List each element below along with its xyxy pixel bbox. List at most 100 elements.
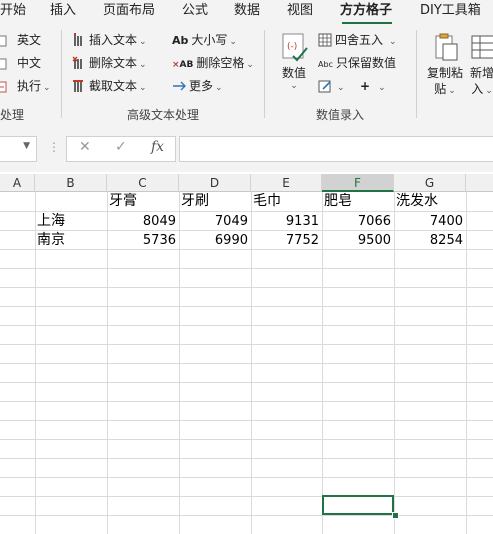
tab-view[interactable]: 视图 — [287, 1, 313, 21]
chinese-label: 中文 — [17, 56, 42, 70]
row-gridline — [0, 401, 493, 402]
delete-text-button[interactable]: 删除文本 ⌄ — [72, 53, 147, 73]
round-button[interactable]: 四舍五入 ⌄ — [318, 30, 397, 50]
delete-space-icon: ×AB — [172, 60, 194, 70]
insert-table-icon — [466, 32, 493, 65]
value-cell[interactable]: 6990 — [179, 231, 251, 250]
arrow-right-icon — [172, 79, 186, 93]
more-button[interactable]: 更多 ⌄ — [172, 76, 223, 96]
header-cell-shampoo[interactable]: 洗发水 — [394, 192, 466, 211]
value-cell[interactable]: 8254 — [394, 231, 466, 250]
column-header-e[interactable]: E — [251, 174, 322, 192]
value-cell[interactable]: 7400 — [394, 212, 466, 231]
group-label-data-entry: 数值录入 — [316, 108, 365, 122]
row-gridline — [0, 477, 493, 478]
row-gridline — [0, 515, 493, 516]
insert-function-icon[interactable]: fx — [151, 139, 164, 155]
chevron-down-icon[interactable]: ▼ — [23, 141, 30, 151]
name-box[interactable]: ▼ — [0, 136, 37, 162]
ribbon-divider — [416, 30, 417, 118]
insert-text-button[interactable]: 插入文本 ⌄ — [72, 30, 147, 50]
english-button[interactable]: 英文 — [0, 30, 41, 50]
value-cell[interactable]: 7752 — [251, 231, 322, 250]
value-cell[interactable]: 5736 — [107, 231, 179, 250]
tab-page-layout[interactable]: 页面布局 — [103, 1, 155, 21]
value-label: 数值 — [281, 66, 306, 80]
ribbon-divider — [61, 30, 62, 118]
execute-icon — [0, 79, 14, 93]
tab-diy-toolbox[interactable]: DIY工具箱 — [420, 1, 481, 21]
extract-text-button[interactable]: 截取文本 ⌄ — [72, 76, 147, 96]
header-cell-soap[interactable]: 肥皂 — [322, 192, 394, 211]
column-header-h[interactable] — [466, 174, 493, 192]
add-button[interactable]: + ⌄ — [360, 76, 386, 96]
city-cell[interactable]: 上海 — [35, 212, 107, 231]
cancel-icon[interactable]: ✕ — [79, 139, 91, 155]
delete-text-icon — [72, 56, 86, 70]
formula-bar: ▼ ⋮ ✕ ✓ fx — [0, 122, 493, 172]
row-gridline — [0, 439, 493, 440]
column-header-a[interactable]: A — [0, 174, 35, 192]
execute-button[interactable]: 执行 ⌄ — [0, 76, 51, 96]
delete-space-button[interactable]: ×AB 删除空格 ⌄ — [172, 53, 254, 73]
value-cell[interactable]: 7049 — [179, 212, 251, 231]
tab-data[interactable]: 数据 — [234, 1, 260, 21]
column-header-b[interactable]: B — [35, 174, 107, 192]
new-insert-label-1: 新增 — [469, 66, 493, 80]
value-cell[interactable]: 9131 — [251, 212, 322, 231]
abc-icon: Abc — [318, 60, 333, 69]
header-cell-towel[interactable]: 毛巾 — [251, 192, 322, 211]
row-gridline — [0, 382, 493, 383]
tab-start[interactable]: 开始 — [0, 1, 26, 21]
header-cell-toothbrush[interactable]: 牙刷 — [179, 192, 251, 211]
row-gridline — [0, 344, 493, 345]
value-icon: (-) — [278, 32, 310, 65]
checkbox-icon — [0, 33, 14, 47]
copy-paste-label-1: 复制粘 — [426, 66, 463, 80]
row-gridline — [0, 420, 493, 421]
column-header-g[interactable]: G — [394, 174, 466, 192]
confirm-icon[interactable]: ✓ — [115, 139, 127, 155]
round-icon — [318, 33, 332, 47]
insert-text-label: 插入文本 — [89, 33, 138, 47]
value-cell[interactable]: 7066 — [322, 212, 394, 231]
city-cell[interactable]: 南京 — [35, 231, 107, 250]
delete-space-label: 删除空格 — [196, 56, 245, 70]
column-header-c[interactable]: C — [107, 174, 179, 192]
active-cell-selection[interactable] — [322, 495, 394, 515]
row-gridline — [0, 496, 493, 497]
row-gridline — [0, 268, 493, 269]
english-label: 英文 — [17, 33, 42, 47]
case-label: 大小写 — [191, 33, 228, 47]
more-label: 更多 — [189, 79, 214, 93]
data-entry-tool-button[interactable]: ⌄ — [318, 76, 345, 96]
formula-buttons: ✕ ✓ fx — [66, 136, 176, 162]
fill-handle[interactable] — [392, 512, 399, 519]
ribbon-tab-bar: 开始 插入 页面布局 公式 数据 视图 方方格子 DIY工具箱 — [0, 0, 493, 24]
case-button[interactable]: Ab 大小写 ⌄ — [172, 30, 237, 50]
formula-bar-splitter[interactable]: ⋮ — [48, 140, 60, 154]
worksheet-grid[interactable]: A B C D E F G 牙膏 牙刷 毛巾 肥皂 洗发水 上海 8049 70… — [0, 172, 493, 534]
row-gridline — [0, 306, 493, 307]
tab-fangfang[interactable]: 方方格子 — [340, 1, 392, 21]
value-cell[interactable]: 8049 — [107, 212, 179, 231]
row-gridline — [0, 458, 493, 459]
copy-paste-button[interactable]: 复制粘 贴 ⌄ — [424, 32, 466, 99]
tab-insert[interactable]: 插入 — [50, 1, 76, 21]
plus-icon: + — [360, 79, 371, 93]
value-button[interactable]: (-) 数值 ⌄ — [278, 32, 310, 91]
column-header-f[interactable]: F — [322, 174, 394, 192]
header-cell-toothpaste[interactable]: 牙膏 — [107, 192, 179, 211]
formula-input[interactable] — [179, 136, 493, 162]
group-label-process: 处理 — [0, 108, 25, 122]
value-cell[interactable]: 9500 — [322, 231, 394, 250]
ribbon-panel: 英文 中文 执行 ⌄ 处理 插入文本 ⌄ 删除文本 ⌄ 截取文本 ⌄ Ab 大小写 ⌄ ×A… — [0, 24, 493, 123]
tab-formula[interactable]: 公式 — [182, 1, 208, 21]
keep-values-button[interactable]: Abc 只保留数值 — [318, 53, 396, 73]
delete-text-label: 删除文本 — [89, 56, 138, 70]
new-insert-button[interactable]: 新增 入 ⌄ — [466, 32, 493, 99]
chinese-button[interactable]: 中文 — [0, 53, 41, 73]
row-gridline — [0, 325, 493, 326]
round-label: 四舍五入 — [335, 33, 384, 47]
column-header-d[interactable]: D — [179, 174, 251, 192]
